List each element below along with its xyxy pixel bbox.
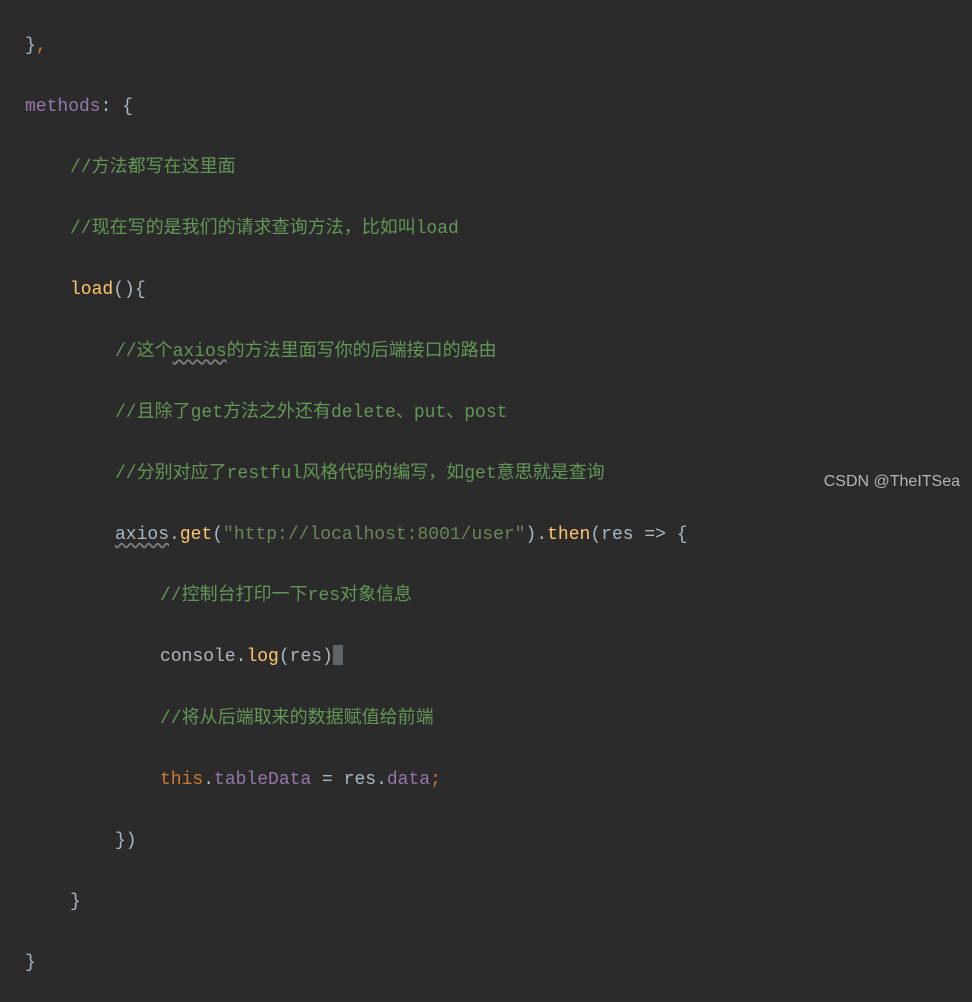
identifier-res: res: [344, 770, 376, 790]
code-line: axios.get("http://localhost:8001/user").…: [25, 520, 972, 551]
code-line: //控制台打印一下res对象信息: [25, 581, 972, 612]
dot: .: [169, 525, 180, 545]
method-log: log: [246, 647, 278, 667]
identifier-console: console: [160, 647, 236, 667]
parens: (): [113, 280, 135, 300]
identifier-axios: axios: [115, 525, 169, 545]
method-load: load: [70, 280, 113, 300]
identifier-res: res: [290, 647, 322, 667]
comment: //将从后端取来的数据赋值给前端: [160, 709, 434, 729]
comment-post: 的方法里面写你的后端接口的路由: [227, 342, 497, 362]
paren-open: (: [212, 525, 223, 545]
code-editor[interactable]: }, methods: { //方法都写在这里面 //现在写的是我们的请求查询方…: [0, 0, 972, 1002]
brace: }: [25, 36, 36, 56]
param-res: res: [601, 525, 633, 545]
comment: //分别对应了restful风格代码的编写，如get意思就是查询: [115, 464, 605, 484]
comment: //且除了get方法之外还有delete、put、post: [115, 403, 507, 423]
dot: .: [203, 770, 214, 790]
arrow: =>: [634, 525, 677, 545]
code-line: //现在写的是我们的请求查询方法，比如叫load: [25, 214, 972, 245]
dot: .: [536, 525, 547, 545]
comment: //控制台打印一下res对象信息: [160, 586, 412, 606]
paren-close: ): [526, 525, 537, 545]
paren-open: (: [279, 647, 290, 667]
code-line: }): [25, 826, 972, 857]
dot: .: [236, 647, 247, 667]
code-line: //这个axios的方法里面写你的后端接口的路由: [25, 337, 972, 368]
paren-close: ): [322, 647, 333, 667]
close-brace: }: [70, 892, 81, 912]
property-data: data: [387, 770, 430, 790]
equals: =: [311, 770, 343, 790]
code-line: }: [25, 948, 972, 979]
brace: {: [677, 525, 688, 545]
cursor-icon: [333, 645, 343, 665]
code-line: methods: {: [25, 92, 972, 123]
paren-open: (: [590, 525, 601, 545]
code-line: //且除了get方法之外还有delete、put、post: [25, 398, 972, 429]
method-get: get: [180, 525, 212, 545]
comment: //方法都写在这里面: [70, 158, 236, 178]
brace: {: [135, 280, 146, 300]
comment-pre: //这个: [115, 342, 173, 362]
dot: .: [376, 770, 387, 790]
brace: {: [122, 97, 133, 117]
keyword-methods: methods: [25, 97, 101, 117]
semicolon: ;: [430, 770, 441, 790]
code-line: },: [25, 31, 972, 62]
code-line: this.tableData = res.data;: [25, 765, 972, 796]
comma: ,: [36, 36, 47, 56]
code-line: console.log(res): [25, 642, 972, 673]
string-url: "http://localhost:8001/user": [223, 525, 525, 545]
code-line: }: [25, 887, 972, 918]
comment-axios: axios: [173, 342, 227, 362]
property-tableData: tableData: [214, 770, 311, 790]
method-then: then: [547, 525, 590, 545]
comment: //现在写的是我们的请求查询方法，比如叫load: [70, 219, 459, 239]
code-line: //将从后端取来的数据赋值给前端: [25, 704, 972, 735]
code-line: //方法都写在这里面: [25, 153, 972, 184]
close-brace: }: [25, 953, 36, 973]
colon: :: [101, 97, 123, 117]
code-line: load(){: [25, 275, 972, 306]
keyword-this: this: [160, 770, 203, 790]
close-brace-paren: }): [115, 831, 137, 851]
watermark: CSDN @TheITSea: [824, 468, 960, 495]
